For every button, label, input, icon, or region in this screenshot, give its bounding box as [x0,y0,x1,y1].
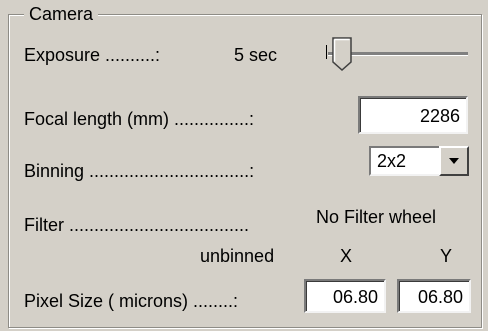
binning-select[interactable]: 2x2 [369,146,439,176]
unbinned-label: unbinned [200,246,275,266]
camera-group-title: Camera [24,4,99,24]
binning-dropdown-button[interactable] [439,146,469,176]
y-column-label: Y [440,246,453,266]
chevron-down-icon [449,158,459,164]
exposure-value: 5 sec [234,45,278,65]
exposure-slider-tick [326,45,327,59]
filter-value: No Filter wheel [316,207,437,227]
exposure-slider-thumb[interactable] [332,37,352,72]
pixel-size-y-input[interactable]: 06.80 [397,279,471,313]
x-column-label: X [340,246,353,266]
pixel-size-label: Pixel Size ( microns) ........: [24,291,239,311]
filter-label: Filter .................................… [24,215,250,235]
focal-length-label: Focal length (mm) ...............: [24,109,255,129]
pixel-size-x-input[interactable]: 06.80 [304,279,386,313]
exposure-label: Exposure ..........: [24,45,161,65]
binning-label: Binning ................................… [24,161,255,181]
focal-length-input[interactable]: 2286 [358,96,468,134]
